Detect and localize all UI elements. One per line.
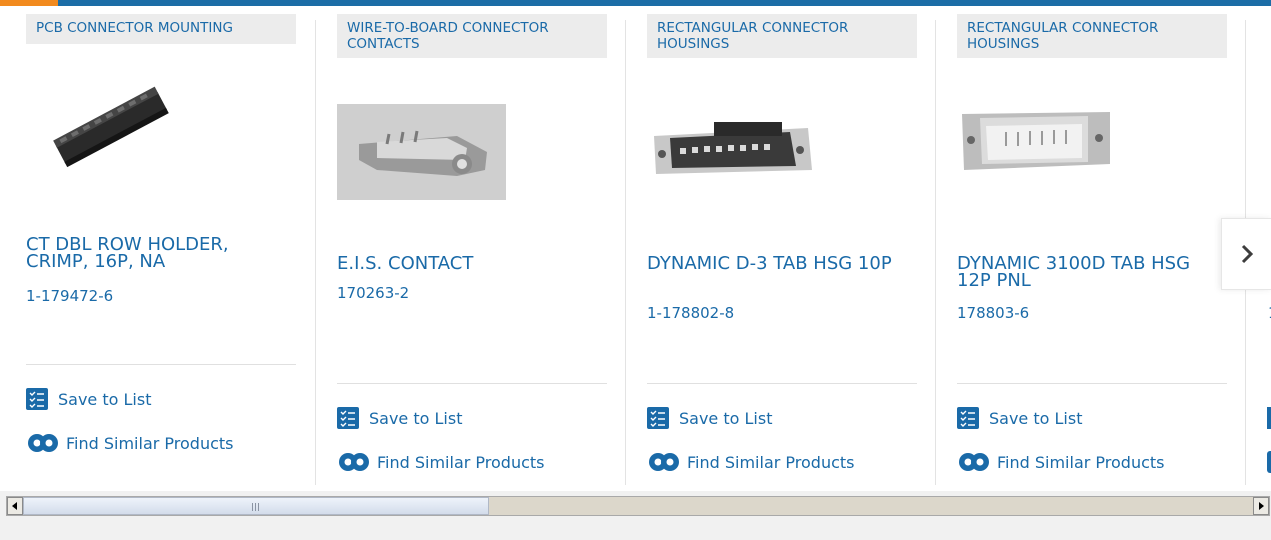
checklist-icon <box>647 407 669 429</box>
card-divider <box>957 383 1227 384</box>
product-title[interactable]: CT DBL ROW HOLDER, CRIMP, 16P, NA <box>26 236 296 271</box>
card-divider <box>26 364 296 365</box>
product-card: RECTANGULAR CONNECTOR HOUSINGS DYNAMIC 3… <box>936 6 1246 491</box>
save-to-list-label: Save to List <box>369 408 463 428</box>
save-to-list-button[interactable]: Save to List <box>957 407 1082 429</box>
chevron-right-icon <box>1241 244 1254 264</box>
card-divider <box>647 383 917 384</box>
save-to-list-button[interactable]: Save to List <box>26 388 151 410</box>
save-to-list-label: Save to List <box>58 389 152 409</box>
part-number[interactable]: 1-178802-8 <box>647 304 734 322</box>
find-similar-label: Find Similar Products <box>687 452 855 472</box>
save-to-list-button[interactable]: Save to List <box>337 407 462 429</box>
find-similar-label: Find Similar Products <box>66 433 234 453</box>
find-similar-label: Find Similar Products <box>997 452 1165 472</box>
save-to-list-label: Save to List <box>679 408 773 428</box>
arrow-right-icon <box>1259 502 1264 510</box>
category-label[interactable]: RECTANGULAR CONNECTOR HOUSINGS <box>647 14 917 58</box>
carousel-next-button[interactable] <box>1221 218 1271 290</box>
product-image[interactable] <box>46 78 176 178</box>
gears-icon <box>339 453 369 471</box>
checklist-icon <box>337 407 359 429</box>
find-similar-label: Find Similar Products <box>377 452 545 472</box>
gears-icon <box>649 453 679 471</box>
product-title[interactable]: DYNAMIC 3100D TAB HSG 12P PNL <box>957 255 1227 290</box>
checklist-icon <box>957 407 979 429</box>
gears-icon[interactable] <box>1267 451 1271 473</box>
part-number[interactable]: 1-179472-6 <box>26 287 113 305</box>
product-card: WIRE-TO-BOARD CONNECTOR CONTACTS E.I.S. … <box>316 6 626 491</box>
grip-icon <box>252 503 260 511</box>
save-to-list-label: Save to List <box>989 408 1083 428</box>
gears-icon <box>28 434 58 452</box>
part-number[interactable]: 170263-2 <box>337 284 409 302</box>
product-carousel: PCB CONNECTOR MOUNTING CT DBL ROW HOLDER… <box>0 6 1271 491</box>
product-image[interactable] <box>337 104 506 200</box>
find-similar-button[interactable]: Find Similar Products <box>957 451 1165 473</box>
part-number[interactable]: 178803-6 <box>957 304 1029 322</box>
find-similar-button[interactable]: Find Similar Products <box>647 451 855 473</box>
find-similar-button[interactable]: Find Similar Products <box>337 451 545 473</box>
scroll-left-button[interactable] <box>7 497 23 515</box>
scroll-right-button[interactable] <box>1253 497 1269 515</box>
product-card: PCB CONNECTOR MOUNTING CT DBL ROW HOLDER… <box>6 6 316 491</box>
arrow-left-icon <box>12 502 17 510</box>
product-image[interactable] <box>650 118 816 188</box>
gears-icon <box>959 453 989 471</box>
category-label[interactable]: PCB CONNECTOR MOUNTING <box>26 14 296 44</box>
product-card: RECTANGULAR CONNECTOR HOUSINGS DYNAMIC D… <box>626 6 936 491</box>
checklist-icon[interactable] <box>1267 407 1271 429</box>
product-title[interactable]: DYNAMIC D-3 TAB HSG 10P <box>647 255 917 273</box>
find-similar-button[interactable]: Find Similar Products <box>26 432 234 454</box>
product-title[interactable]: E.I.S. CONTACT <box>337 255 607 273</box>
save-to-list-button[interactable]: Save to List <box>647 407 772 429</box>
category-label[interactable]: WIRE-TO-BOARD CONNECTOR CONTACTS <box>337 14 607 58</box>
scrollbar-thumb[interactable] <box>23 497 489 515</box>
category-label[interactable]: RECTANGULAR CONNECTOR HOUSINGS <box>957 14 1227 58</box>
card-divider <box>337 383 607 384</box>
horizontal-scrollbar[interactable] <box>6 496 1270 516</box>
product-image[interactable] <box>960 106 1112 176</box>
checklist-icon <box>26 388 48 410</box>
